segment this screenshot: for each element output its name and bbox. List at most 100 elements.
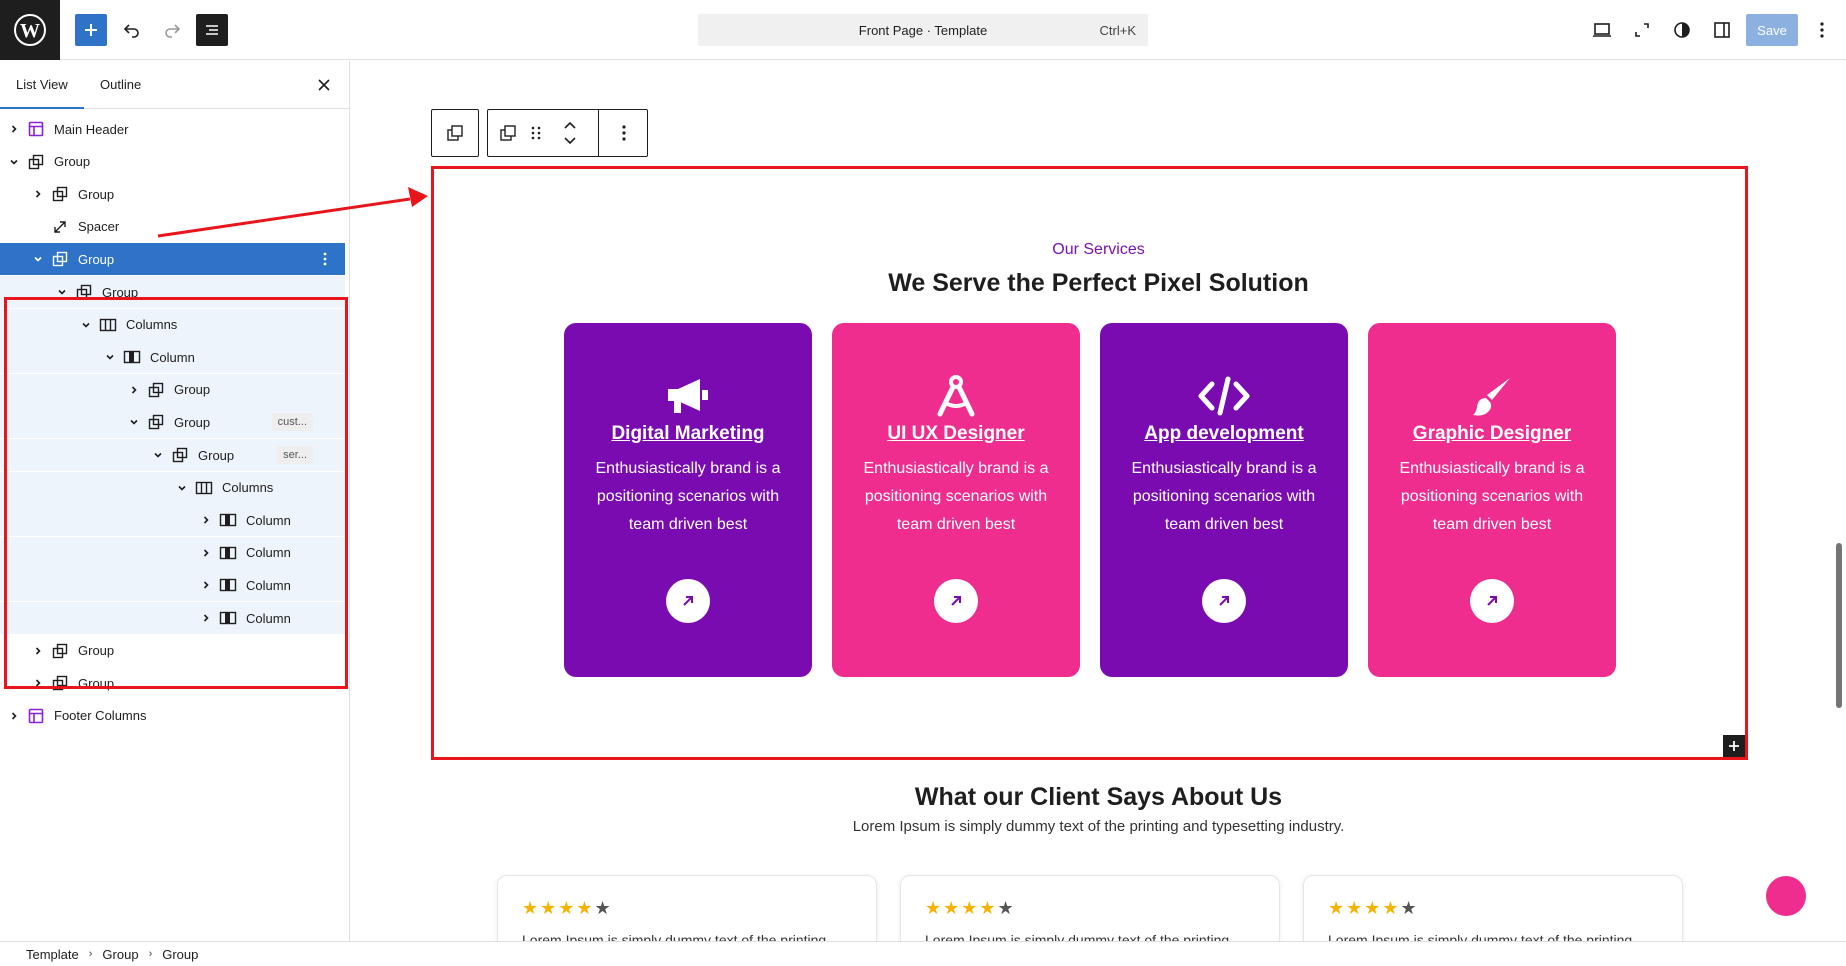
brush-icon bbox=[1368, 373, 1616, 419]
list-view-row-label: Column bbox=[246, 545, 291, 561]
wordpress-logo-icon[interactable]: W bbox=[0, 0, 60, 60]
group-block-icon bbox=[48, 639, 72, 663]
list-view-row-label: Columns bbox=[222, 480, 274, 496]
list-view-row[interactable]: Column bbox=[0, 602, 345, 634]
columns-block-icon bbox=[96, 313, 120, 337]
breadcrumb-item[interactable]: Group bbox=[102, 947, 138, 962]
service-card-title[interactable]: Graphic Designer bbox=[1368, 423, 1616, 445]
testimonial-text: Lorem Ipsum is simply dummy text of the … bbox=[925, 932, 1230, 941]
services-eyebrow: Our Services bbox=[1052, 241, 1145, 258]
chevron-right-icon[interactable] bbox=[196, 575, 216, 595]
chevron-right-icon[interactable] bbox=[196, 543, 216, 563]
tab-list-view[interactable]: List View bbox=[0, 61, 84, 109]
group-block-icon[interactable] bbox=[492, 110, 524, 156]
breadcrumb: Template › Group › Group bbox=[0, 941, 1846, 966]
service-card-title[interactable]: UI UX Designer bbox=[832, 423, 1080, 445]
arrow-link-icon[interactable] bbox=[1470, 579, 1514, 623]
fullscreen-icon[interactable] bbox=[1626, 14, 1658, 46]
list-view-row[interactable]: Columns bbox=[0, 471, 345, 504]
list-view-row-label: Spacer bbox=[78, 219, 120, 235]
list-view-row-label: Group bbox=[174, 414, 211, 430]
arrow-link-icon[interactable] bbox=[1202, 579, 1246, 623]
list-view-row[interactable]: Group bbox=[0, 146, 345, 178]
list-view-row[interactable]: Group bbox=[0, 243, 345, 276]
command-palette-bar[interactable]: Front Page · Template Ctrl+K bbox=[698, 14, 1148, 46]
list-view-row[interactable]: Group bbox=[0, 635, 345, 667]
settings-panel-icon[interactable] bbox=[1706, 14, 1738, 46]
list-view-row[interactable]: Main Header bbox=[0, 113, 345, 145]
chevron-down-icon[interactable] bbox=[52, 282, 72, 302]
list-view-row[interactable]: Column bbox=[0, 536, 345, 569]
list-view-row-label: Group bbox=[78, 643, 115, 659]
group-block-icon bbox=[72, 280, 96, 304]
column-block-icon bbox=[216, 541, 240, 565]
list-view-row[interactable]: Group bbox=[0, 178, 345, 210]
add-block-inline-icon[interactable] bbox=[1723, 735, 1745, 757]
more-options-icon[interactable] bbox=[600, 110, 648, 156]
chevron-right-icon[interactable] bbox=[196, 510, 216, 530]
list-view-row[interactable]: Group bbox=[0, 373, 345, 406]
redo-icon[interactable] bbox=[156, 14, 188, 46]
chevron-right-icon[interactable] bbox=[124, 380, 144, 400]
list-view-row[interactable]: Column bbox=[0, 504, 345, 537]
arrow-link-icon[interactable] bbox=[934, 579, 978, 623]
list-view-row[interactable]: Group bbox=[0, 667, 345, 699]
block-anchor-badge: cust... bbox=[271, 413, 313, 432]
list-view-row[interactable]: Column bbox=[0, 341, 345, 374]
save-button[interactable]: Save bbox=[1746, 14, 1798, 46]
testimonials-subheading: Lorem Ipsum is simply dummy text of the … bbox=[852, 818, 1345, 835]
list-view-row[interactable]: Columns bbox=[0, 308, 345, 341]
document-overview-button[interactable] bbox=[196, 14, 228, 46]
close-icon[interactable] bbox=[313, 74, 335, 96]
list-view-row-label: Group bbox=[54, 154, 91, 170]
service-card-title[interactable]: App development bbox=[1100, 423, 1348, 445]
chevron-down-icon[interactable] bbox=[100, 347, 120, 367]
chevron-down-icon[interactable] bbox=[4, 152, 24, 172]
chevron-down-icon[interactable] bbox=[172, 478, 192, 498]
list-view-row[interactable]: Column bbox=[0, 569, 345, 602]
undo-icon[interactable] bbox=[116, 14, 148, 46]
service-card-ui-ux: UI UX Designer Enthusiastically brand is… bbox=[832, 323, 1080, 677]
list-view-row[interactable]: Group ser... bbox=[0, 439, 345, 471]
chevron-right-icon[interactable] bbox=[28, 673, 48, 693]
desktop-preview-icon[interactable] bbox=[1586, 14, 1618, 46]
columns-block-icon bbox=[192, 476, 216, 500]
floating-action-button[interactable] bbox=[1766, 876, 1806, 916]
chevron-right-icon[interactable] bbox=[4, 706, 24, 726]
list-view-row-label: Column bbox=[246, 577, 291, 593]
group-block-icon bbox=[144, 410, 168, 434]
styles-icon[interactable] bbox=[1666, 14, 1698, 46]
tab-outline[interactable]: Outline bbox=[84, 61, 157, 109]
chevron-right-icon[interactable] bbox=[4, 119, 24, 139]
chevron-down-icon[interactable] bbox=[124, 412, 144, 432]
chevron-down-icon[interactable] bbox=[76, 315, 96, 335]
service-card-text: Enthusiastically brand is a positioning … bbox=[1399, 460, 1585, 533]
canvas-scrollbar[interactable] bbox=[1836, 543, 1842, 708]
chevron-right-icon[interactable] bbox=[28, 184, 48, 204]
group-block-icon bbox=[24, 150, 48, 174]
options-menu-icon[interactable] bbox=[1806, 14, 1838, 46]
chevron-down-icon[interactable] bbox=[148, 445, 168, 465]
service-card-title[interactable]: Digital Marketing bbox=[564, 423, 812, 445]
chevron-right-icon[interactable] bbox=[28, 641, 48, 661]
editor-canvas: Our Services We Serve the Perfect Pixel … bbox=[351, 61, 1846, 941]
editor-top-bar: W Front Page · Template Ctrl+K Save bbox=[0, 0, 1846, 60]
chevron-right-icon[interactable] bbox=[196, 608, 216, 628]
arrow-link-icon[interactable] bbox=[666, 579, 710, 623]
breadcrumb-item[interactable]: Template bbox=[26, 947, 79, 962]
list-view-row-label: Group bbox=[198, 447, 235, 463]
list-view-row[interactable]: Group bbox=[0, 276, 345, 308]
move-up-down-icon[interactable] bbox=[550, 110, 590, 156]
list-view-row-label: Group bbox=[174, 382, 211, 398]
list-view-row[interactable]: Group cust... bbox=[0, 406, 345, 439]
list-view-row-label: Group bbox=[78, 675, 115, 691]
add-block-button[interactable] bbox=[75, 14, 107, 46]
breadcrumb-item[interactable]: Group bbox=[162, 947, 198, 962]
chevron-down-icon[interactable] bbox=[28, 249, 48, 269]
drag-handle-icon[interactable] bbox=[524, 110, 548, 156]
list-view-row[interactable]: Spacer bbox=[0, 211, 345, 243]
row-options-icon[interactable] bbox=[315, 249, 335, 269]
list-view-row[interactable]: Footer Columns bbox=[0, 700, 345, 732]
testimonial-card: ★★★★★ Lorem Ipsum is simply dummy text o… bbox=[1303, 875, 1683, 941]
block-parent-selector[interactable] bbox=[431, 109, 479, 157]
